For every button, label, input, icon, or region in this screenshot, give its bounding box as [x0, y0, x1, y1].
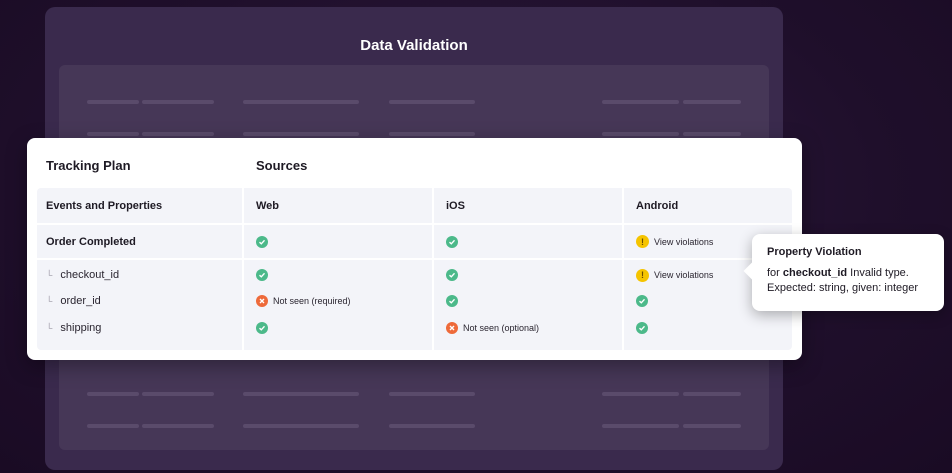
validation-card: Tracking Plan Sources Events and Propert…: [27, 138, 802, 360]
property-name: shipping: [60, 321, 102, 334]
skeleton-bar: [243, 132, 359, 136]
property-ios-status: [446, 287, 458, 314]
column-header-events: Events and Properties: [46, 199, 163, 212]
property-web-status: Not seen (required): [256, 287, 351, 314]
skeleton-bar: [142, 424, 214, 428]
background-title: Data Validation: [360, 37, 468, 54]
property-ios-status: [446, 260, 458, 290]
tooltip-detail: Expected: string, given: integer: [767, 282, 919, 294]
check-icon: [256, 269, 268, 281]
event-android-status[interactable]: ! View violations: [636, 225, 713, 258]
property-android-status: [636, 314, 648, 341]
check-icon: [446, 294, 458, 307]
skeleton-bar: [602, 100, 679, 104]
check-icon: [256, 321, 268, 334]
warning-icon: !: [636, 235, 649, 248]
status-text: Not seen (required): [273, 295, 351, 306]
property-violation-tooltip: Property Violation for checkout_id Inval…: [743, 234, 944, 311]
sources-heading: Sources: [256, 158, 308, 173]
tooltip-prefix: for: [767, 267, 780, 279]
property-name: checkout_id: [60, 269, 120, 281]
validation-table: Events and Properties Web iOS Android Or…: [37, 188, 792, 350]
column-divider: [242, 188, 244, 350]
skeleton-bar: [87, 100, 139, 104]
property-android-status: [636, 287, 648, 314]
skeleton-bar: [243, 100, 359, 104]
check-icon: [446, 235, 458, 248]
check-icon: [636, 294, 648, 307]
tree-branch-icon: └: [46, 295, 53, 306]
skeleton-bar: [683, 424, 741, 428]
skeleton-bar: [683, 100, 741, 104]
column-header-web: Web: [256, 199, 280, 212]
skeleton-bar: [602, 392, 679, 396]
column-header-ios: iOS: [446, 199, 465, 212]
property-row-label[interactable]: └ shipping: [46, 314, 101, 341]
skeleton-bar: [87, 132, 139, 136]
skeleton-bar: [142, 100, 214, 104]
column-divider: [622, 188, 624, 350]
check-icon: [636, 321, 648, 334]
error-icon: [256, 294, 268, 307]
skeleton-bar: [602, 132, 679, 136]
property-android-status[interactable]: ! View violations: [636, 260, 713, 290]
skeleton-bar: [389, 392, 475, 396]
error-icon: [446, 321, 458, 334]
skeleton-bar: [87, 392, 139, 396]
tree-branch-icon: └: [46, 322, 53, 333]
tree-branch-icon: └: [46, 270, 53, 280]
event-web-status: [256, 225, 268, 258]
skeleton-bar: [602, 424, 679, 428]
skeleton-bar: [142, 392, 214, 396]
warning-icon: !: [636, 268, 649, 282]
property-row-label[interactable]: └ checkout_id: [46, 260, 119, 290]
tooltip-property: checkout_id: [782, 267, 848, 279]
view-violations-link[interactable]: View violations: [654, 270, 713, 280]
column-header-android: Android: [636, 199, 679, 212]
tooltip-body: for checkout_id Invalid type. Expected: …: [767, 266, 929, 296]
skeleton-bar: [389, 424, 475, 428]
tooltip-message: Invalid type.: [850, 267, 909, 279]
event-name[interactable]: Order Completed: [46, 225, 136, 258]
event-ios-status: [446, 225, 458, 258]
skeleton-bar: [243, 424, 359, 428]
skeleton-bar: [243, 392, 359, 396]
property-row-label[interactable]: └ order_id: [46, 287, 101, 314]
skeleton-bar: [87, 424, 139, 428]
skeleton-bar: [389, 100, 475, 104]
check-icon: [446, 269, 458, 281]
skeleton-bar: [142, 132, 214, 136]
property-name: order_id: [60, 294, 101, 307]
tracking-plan-heading: Tracking Plan: [46, 158, 131, 173]
status-text: Not seen (optional): [463, 322, 540, 333]
view-violations-link[interactable]: View violations: [654, 237, 713, 247]
property-web-status: [256, 260, 268, 290]
column-divider: [432, 188, 434, 350]
property-web-status: [256, 314, 268, 341]
skeleton-bar: [683, 132, 741, 136]
check-icon: [256, 235, 268, 248]
tooltip-title: Property Violation: [767, 246, 862, 258]
skeleton-bar: [389, 132, 475, 136]
property-ios-status: Not seen (optional): [446, 314, 539, 341]
skeleton-bar: [683, 392, 741, 396]
